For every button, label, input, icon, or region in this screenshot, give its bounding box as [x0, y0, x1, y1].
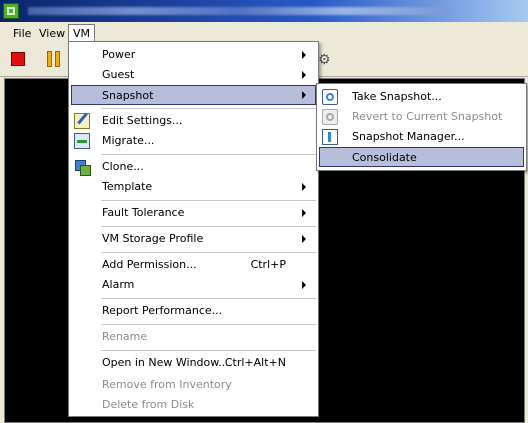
take-snapshot-icon — [322, 89, 338, 105]
submenu-arrow-icon — [302, 71, 306, 79]
menu-item-snapshot-manager[interactable]: Snapshot Manager... — [319, 127, 524, 147]
menu-item-label: Delete from Disk — [102, 398, 195, 411]
network-icon[interactable]: ⚙ — [318, 52, 338, 68]
menu-item-guest[interactable]: Guest — [71, 65, 316, 85]
menu-item-open-in-new-window[interactable]: Open in New Window... Ctrl+Alt+N — [71, 353, 316, 373]
menu-item-label: Edit Settings... — [102, 114, 183, 127]
menu-item-label: Migrate... — [102, 134, 155, 147]
menu-separator — [101, 200, 316, 202]
menu-item-label: Report Performance... — [102, 304, 223, 317]
menu-item-label: Add Permission... — [102, 258, 197, 271]
menu-item-label: Remove from Inventory — [102, 378, 232, 391]
menu-item-remove-from-inventory: Remove from Inventory — [71, 375, 316, 395]
menu-item-label: Snapshot Manager... — [352, 130, 465, 143]
menu-item-vm-storage-profile[interactable]: VM Storage Profile — [71, 229, 316, 249]
menu-item-label: Snapshot — [102, 89, 154, 102]
menu-item-delete-from-disk: Delete from Disk — [71, 395, 316, 415]
window-title-redacted — [28, 7, 448, 15]
menu-separator — [101, 252, 316, 254]
menu-item-template[interactable]: Template — [71, 177, 316, 197]
menu-file[interactable]: File — [9, 26, 35, 42]
suspend-button[interactable] — [47, 51, 61, 67]
menu-item-power[interactable]: Power — [71, 45, 316, 65]
snapshot-submenu: Take Snapshot... Revert to Current Snaps… — [316, 83, 527, 171]
menu-separator — [101, 108, 316, 110]
power-off-button[interactable] — [11, 52, 25, 66]
menu-item-label: Power — [102, 48, 136, 61]
menu-item-edit-settings[interactable]: Edit Settings... — [71, 111, 316, 131]
menu-separator — [101, 154, 316, 156]
clone-icon — [74, 159, 91, 176]
menu-item-consolidate[interactable]: Consolidate — [319, 147, 524, 167]
submenu-arrow-icon — [302, 235, 306, 243]
menu-view[interactable]: View — [35, 26, 69, 42]
snapshot-manager-icon — [322, 129, 338, 145]
vsphere-app-icon — [3, 3, 19, 19]
menu-item-label: Clone... — [102, 160, 144, 173]
menu-item-revert-to-current-snapshot: Revert to Current Snapshot — [319, 107, 524, 127]
menu-item-label: Fault Tolerance — [102, 206, 185, 219]
menu-item-report-performance[interactable]: Report Performance... — [71, 301, 316, 321]
submenu-arrow-icon — [302, 51, 306, 59]
menu-item-label: Consolidate — [352, 151, 417, 164]
title-bar — [0, 0, 528, 22]
menu-item-label: VM Storage Profile — [102, 232, 204, 245]
submenu-arrow-icon — [302, 281, 306, 289]
submenu-arrow-icon — [302, 183, 306, 191]
menu-item-alarm[interactable]: Alarm — [71, 275, 316, 295]
menu-item-fault-tolerance[interactable]: Fault Tolerance — [71, 203, 316, 223]
edit-settings-icon — [74, 113, 90, 129]
menu-item-migrate[interactable]: Migrate... — [71, 131, 316, 151]
menu-item-label: Take Snapshot... — [352, 90, 442, 103]
menu-item-label: Revert to Current Snapshot — [352, 110, 503, 123]
menu-item-take-snapshot[interactable]: Take Snapshot... — [319, 87, 524, 107]
menu-item-shortcut: Ctrl+P — [250, 258, 286, 271]
menu-separator — [101, 298, 316, 300]
menu-item-shortcut: Ctrl+Alt+N — [224, 356, 286, 369]
revert-snapshot-icon — [322, 109, 338, 125]
menu-item-rename: Rename — [71, 327, 316, 347]
menu-item-label: Rename — [102, 330, 148, 343]
menu-separator — [101, 324, 316, 326]
migrate-icon — [74, 133, 90, 149]
menu-item-snapshot[interactable]: Snapshot — [71, 85, 316, 105]
vm-menu: Power Guest Snapshot Edit Settings... Mi… — [68, 41, 319, 417]
submenu-arrow-icon — [302, 209, 306, 217]
menu-item-label: Guest — [102, 68, 135, 81]
menu-item-clone[interactable]: Clone... — [71, 157, 316, 177]
menu-separator — [101, 350, 316, 352]
submenu-arrow-icon — [302, 91, 306, 99]
menu-item-label: Template — [102, 180, 153, 193]
menu-item-label: Alarm — [102, 278, 135, 291]
menu-item-label: Open in New Window... — [102, 356, 229, 369]
menu-separator — [101, 226, 316, 228]
menu-item-add-permission[interactable]: Add Permission... Ctrl+P — [71, 255, 316, 275]
